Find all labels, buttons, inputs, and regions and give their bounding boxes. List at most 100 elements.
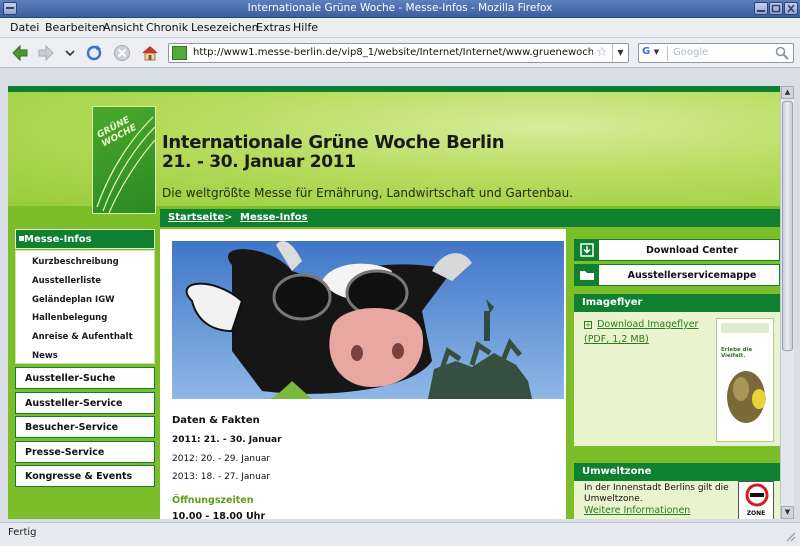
subnav-gelaendeplan[interactable]: Geländeplan IGW [32,295,115,305]
menu-bearbeiten[interactable]: Bearbeiten [45,21,105,34]
service-folder-button[interactable]: Ausstellerservicemappe [574,264,780,286]
navigation-toolbar: http://www1.messe-berlin.de/vip8_1/websi… [0,38,800,68]
search-bar[interactable]: G ▼ Google [638,43,794,63]
sub-navigation: Kurzbeschreibung Ausstellerliste Gelände… [15,250,155,364]
window-titlebar: Internationale Grüne Woche - Messe-Infos… [0,0,800,18]
nav-aussteller-service[interactable]: Aussteller-Service [15,392,155,414]
event-dates: 21. - 30. Januar 2011 [162,152,356,172]
cow-brandenburg-gate-photo [172,241,564,399]
nav-item-label: Messe-Infos [24,234,92,245]
scrollbar-thumb[interactable] [782,101,793,351]
subnav-kurzbeschreibung[interactable]: Kurzbeschreibung [32,257,119,267]
window-title: Internationale Grüne Woche - Messe-Infos… [247,2,553,14]
stop-icon[interactable] [112,43,132,63]
subnav-anreise[interactable]: Anreise & Aufenthalt [32,332,133,342]
page-header: GRÜNE WOCHE Internationale Grüne Woche B… [8,92,780,214]
breadcrumb-current-link[interactable]: Messe-Infos [240,212,308,223]
scroll-down-icon[interactable]: ▼ [781,506,794,519]
nav-item-messe-infos[interactable]: Messe-Infos [15,229,155,249]
nav-button-label: Aussteller-Suche [25,373,116,384]
history-dropdown-icon[interactable] [60,43,80,63]
umweltzone-box: In der Innenstadt Berlins gilt die Umwel… [574,481,780,519]
fact-2011: 2011: 21. - 30. Januar [172,435,282,445]
page-title: Internationale Grüne Woche Berlin [162,132,505,153]
maximize-button[interactable] [769,2,783,15]
flyer-banner [721,323,769,333]
umweltzone-sign-icon: ZONE [738,481,774,519]
close-button[interactable] [784,2,798,15]
home-icon[interactable] [140,43,160,63]
menu-datei[interactable]: Datei [10,21,39,34]
main-content: Daten & Fakten 2011: 21. - 30. Januar 20… [160,229,566,519]
opening-hours-heading: Öffnungszeiten [172,495,254,506]
menu-ansicht[interactable]: Ansicht [103,21,144,34]
facts-heading: Daten & Fakten [172,415,260,426]
download-center-label: Download Center [645,245,739,256]
resize-grip-icon[interactable] [784,530,796,542]
back-icon[interactable] [10,43,30,63]
page-viewport: GRÜNE WOCHE Internationale Grüne Woche B… [8,86,780,519]
hero-image [172,241,564,399]
nav-button-label: Kongresse & Events [25,471,133,482]
imageflyer-heading: Imageflyer [582,297,643,308]
search-input[interactable]: Google [673,47,708,58]
subnav-news[interactable]: News [32,351,58,361]
nav-besucher-service[interactable]: Besucher-Service [15,416,155,438]
reload-icon[interactable] [84,43,104,63]
download-icon [575,240,599,260]
subnav-hallenbelegung[interactable]: Hallenbelegung [32,313,107,323]
umweltzone-text: In der Innenstadt Berlins gilt die Umwel… [584,483,729,504]
vertical-scrollbar[interactable]: ▲ ▼ [780,86,794,519]
menu-chronik[interactable]: Chronik [146,21,188,34]
minimize-icon [757,10,765,12]
menu-bar: Datei Bearbeiten Ansicht Chronik Lesezei… [0,18,800,38]
umweltzone-more-link[interactable]: Weitere Informationen [584,505,690,516]
site-favicon-icon [172,46,187,60]
maximize-icon [771,4,781,13]
status-text: Fertig [8,527,37,538]
nav-aussteller-suche[interactable]: Aussteller-Suche [15,367,155,389]
nav-kongresse-events[interactable]: Kongresse & Events [15,465,155,487]
url-bar[interactable]: http://www1.messe-berlin.de/vip8_1/websi… [168,43,629,63]
imageflyer-thumbnail[interactable]: Erlebe die Vielfalt. [716,318,774,442]
pdf-icon: + [584,321,592,329]
sign-label: ZONE [746,510,766,517]
menu-hilfe[interactable]: Hilfe [293,21,318,34]
close-icon [787,4,795,13]
scroll-up-icon[interactable]: ▲ [781,86,794,99]
nav-presse-service[interactable]: Presse-Service [15,441,155,463]
nav-button-label: Presse-Service [25,447,105,458]
gruene-woche-logo[interactable]: GRÜNE WOCHE [92,106,157,214]
fact-2013: 2013: 18. - 27. Januar [172,472,271,482]
google-icon: G [642,46,651,57]
download-center-button[interactable]: Download Center [574,239,780,261]
umweltzone-header: Umweltzone [574,463,780,481]
bookmark-star-icon[interactable]: ☆ [596,45,608,60]
imageflyer-box: + Download Imageflyer (PDF, 1,2 MB) Erle… [574,312,780,446]
menu-extras[interactable]: Extras [256,21,291,34]
forward-icon[interactable] [36,43,56,63]
imageflyer-download-link[interactable]: Download Imageflyer (PDF, 1,2 MB) [584,319,698,345]
umweltzone-heading: Umweltzone [582,466,652,477]
search-icon[interactable] [774,45,790,61]
breadcrumb: Startseite > Messe-Infos [160,209,780,227]
breadcrumb-separator: > [224,212,233,223]
minimize-button[interactable] [754,2,768,15]
page-subtitle: Die weltgrößte Messe für Ernährung, Land… [162,186,574,200]
opening-hours: 10.00 - 18.00 Uhr [172,511,266,519]
fact-2012: 2012: 20. - 29. Januar [172,454,271,464]
url-text[interactable]: http://www1.messe-berlin.de/vip8_1/websi… [193,47,593,58]
subnav-ausstellerliste[interactable]: Ausstellerliste [32,276,101,286]
imageflyer-header: Imageflyer [574,294,780,312]
status-bar: Fertig [0,522,800,546]
nav-button-label: Aussteller-Service [25,398,123,409]
breadcrumb-home-link[interactable]: Startseite [168,212,224,223]
menu-lesezeichen[interactable]: Lesezeichen [191,21,259,34]
folder-icon [575,265,599,285]
nav-button-label: Besucher-Service [25,422,119,433]
service-folder-label: Ausstellerservicemappe [627,270,757,281]
search-engine-selector[interactable]: G ▼ [642,46,668,61]
url-dropdown-icon[interactable]: ▼ [612,44,628,62]
engine-dropdown-icon: ▼ [653,48,660,56]
flyer-egg-graphic [727,371,766,423]
